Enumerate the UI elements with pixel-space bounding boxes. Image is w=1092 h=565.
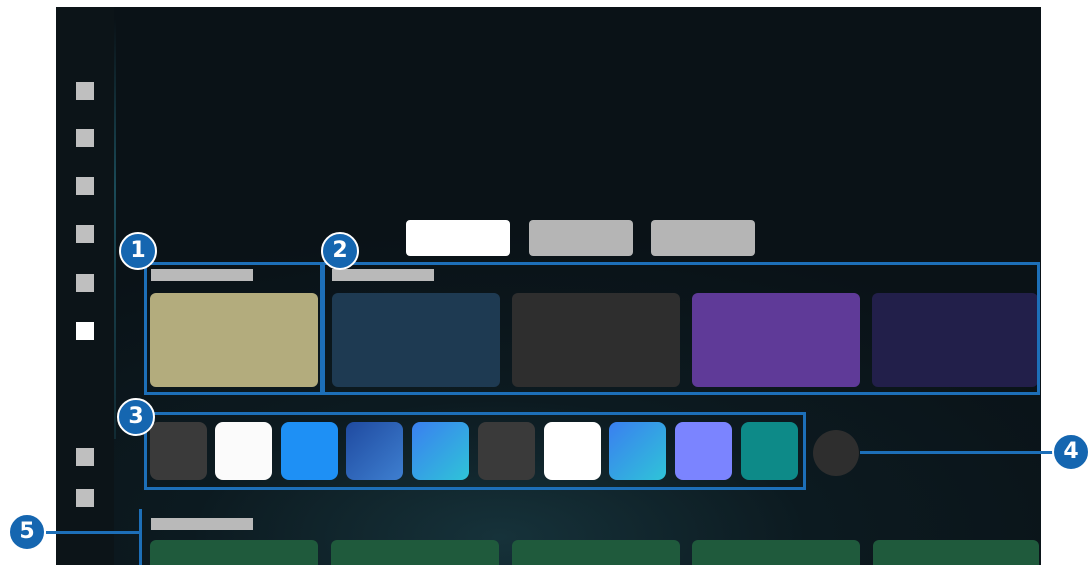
callout-badge-2: 2	[321, 232, 359, 270]
top-tab-3[interactable]	[651, 220, 755, 256]
nav-item-8[interactable]	[76, 489, 94, 507]
app-tile[interactable]	[412, 422, 469, 480]
callout-line-4	[860, 451, 1056, 454]
bottom-row-tile[interactable]	[512, 540, 680, 565]
bottom-row-tile[interactable]	[331, 540, 499, 565]
callout-badge-1: 1	[119, 232, 157, 270]
content-tile[interactable]	[872, 293, 1038, 387]
app-tile[interactable]	[609, 422, 666, 480]
nav-item-5[interactable]	[76, 274, 94, 292]
app-tile[interactable]	[346, 422, 403, 480]
app-tile[interactable]	[215, 422, 272, 480]
app-tile[interactable]	[544, 422, 601, 480]
nav-item-4[interactable]	[76, 225, 94, 243]
callout-line-5-horizontal	[46, 531, 142, 534]
callout-line-5-vertical	[139, 509, 142, 565]
sidebar	[56, 7, 114, 565]
app-tile[interactable]	[281, 422, 338, 480]
bottom-row-tile[interactable]	[692, 540, 860, 565]
app-tile[interactable]	[675, 422, 732, 480]
callout-badge-3: 3	[117, 398, 155, 436]
more-apps-button[interactable]	[813, 430, 859, 476]
top-tab-1-active[interactable]	[406, 220, 510, 256]
content-section-title	[332, 269, 434, 281]
app-tile[interactable]	[150, 422, 207, 480]
tv-screen	[56, 7, 1041, 565]
recent-section-title	[151, 269, 253, 281]
bottom-section-title	[151, 518, 253, 530]
bottom-row-tile[interactable]	[150, 540, 318, 565]
nav-item-7[interactable]	[76, 448, 94, 466]
recent-tile[interactable]	[150, 293, 318, 387]
app-tile[interactable]	[741, 422, 798, 480]
nav-item-1[interactable]	[76, 82, 94, 100]
callout-badge-4: 4	[1052, 433, 1090, 471]
sidebar-divider	[114, 19, 116, 439]
nav-item-3[interactable]	[76, 177, 94, 195]
content-tile[interactable]	[332, 293, 500, 387]
content-tile[interactable]	[512, 293, 680, 387]
bottom-row-tile[interactable]	[873, 540, 1039, 565]
content-tile[interactable]	[692, 293, 860, 387]
app-tile[interactable]	[478, 422, 535, 480]
top-tab-2[interactable]	[529, 220, 633, 256]
illustration-stage: 1 2 3 4 5	[0, 0, 1092, 565]
callout-badge-5: 5	[8, 513, 46, 551]
nav-item-2[interactable]	[76, 129, 94, 147]
nav-item-6-active[interactable]	[76, 322, 94, 340]
